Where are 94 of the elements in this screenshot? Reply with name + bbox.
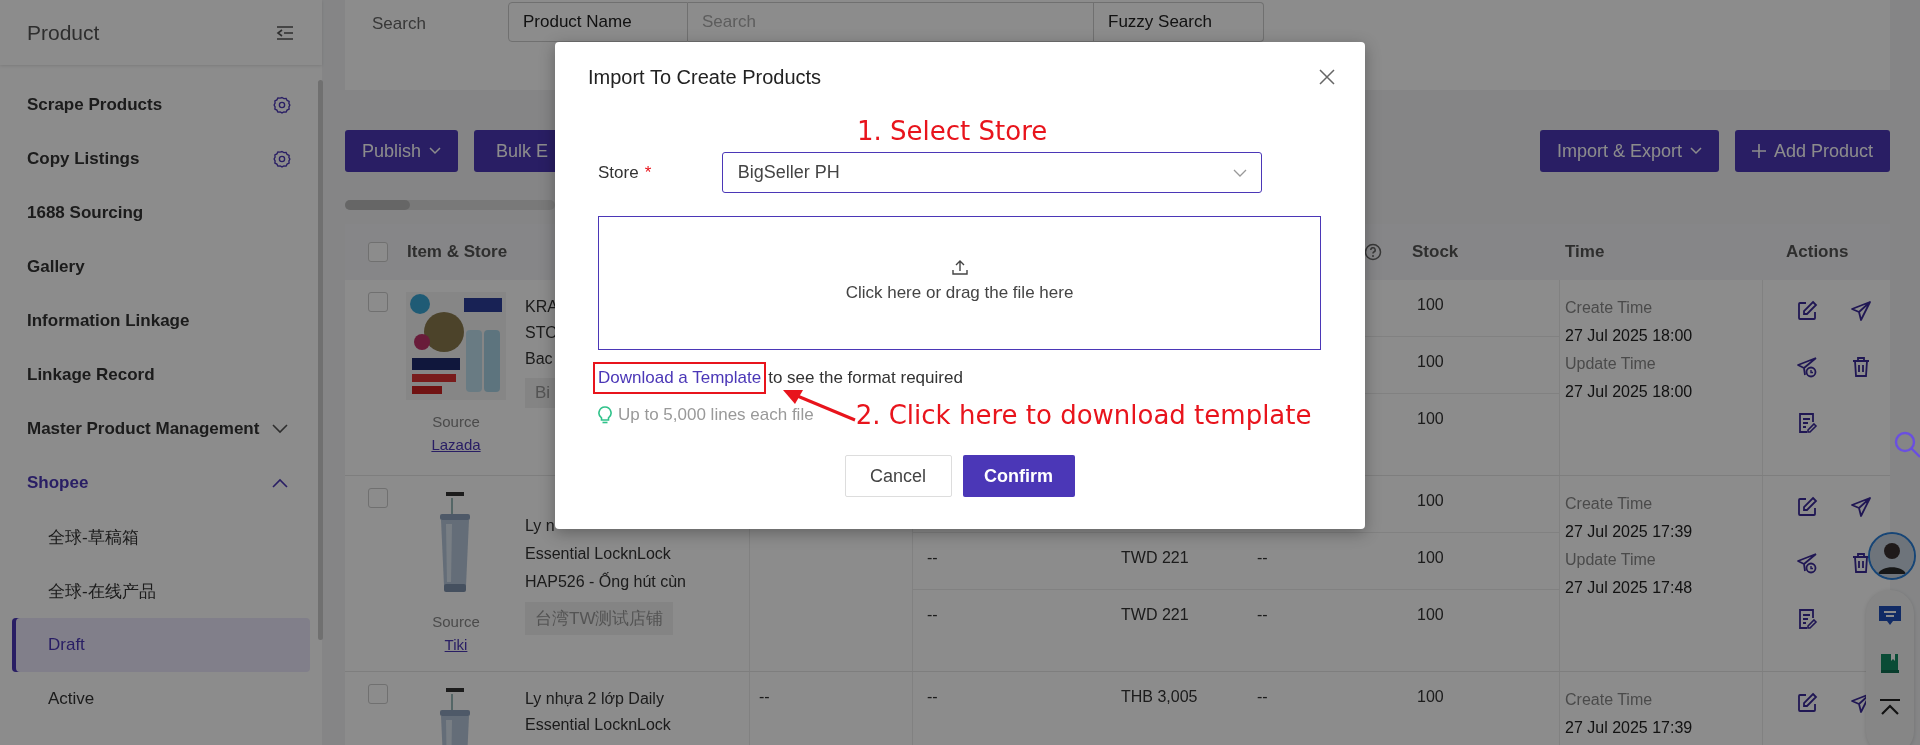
time-label: Update Time bbox=[1565, 550, 1657, 570]
stock-cell: 100 bbox=[1417, 296, 1444, 313]
sidebar-subitem[interactable]: Active bbox=[12, 672, 310, 726]
cancel-button[interactable]: Cancel bbox=[844, 455, 952, 497]
note-edit-icon[interactable] bbox=[1796, 412, 1818, 434]
hint-text: Up to 5,000 lines each file bbox=[618, 405, 814, 425]
trash-icon[interactable] bbox=[1850, 356, 1872, 378]
note-edit-icon[interactable] bbox=[1796, 608, 1818, 630]
time-value: 27 Jul 2025 18:00 bbox=[1565, 326, 1694, 346]
table-cell: -- bbox=[1257, 549, 1268, 566]
scheduled-send-icon[interactable] bbox=[1796, 552, 1818, 574]
time-label: Create Time bbox=[1565, 298, 1654, 318]
collapse-menu-icon[interactable] bbox=[276, 25, 294, 40]
column-header: Stock bbox=[1411, 242, 1460, 262]
time-label: Update Time bbox=[1565, 354, 1657, 374]
required-mark: * bbox=[644, 162, 653, 183]
annotation-text: 1. Select Store bbox=[857, 116, 1048, 146]
confirm-button[interactable]: Confirm bbox=[962, 455, 1075, 497]
toolbar-button[interactable]: Import & Export bbox=[1539, 130, 1719, 172]
download-template-link[interactable]: Download a Template bbox=[598, 367, 762, 388]
help-icon[interactable] bbox=[1364, 243, 1382, 261]
edit-icon[interactable] bbox=[1796, 300, 1818, 322]
dialog-title: Import To Create Products bbox=[588, 65, 822, 89]
source-label: Source bbox=[432, 413, 480, 430]
upload-area[interactable]: Click here or drag the file here bbox=[598, 216, 1321, 350]
edit-icon[interactable] bbox=[1796, 692, 1818, 714]
table-cell: -- bbox=[927, 688, 938, 705]
lightbulb-icon bbox=[598, 406, 612, 424]
stock-cell: 100 bbox=[1417, 549, 1444, 566]
source-label: Source bbox=[432, 613, 480, 630]
product-name: Ly n bbox=[525, 516, 555, 536]
upload-icon bbox=[951, 259, 968, 275]
search-mode-select[interactable]: Fuzzy Search bbox=[1094, 2, 1264, 42]
field-label: Store bbox=[598, 162, 639, 183]
product-name: Essential LocknLock bbox=[525, 544, 671, 564]
column-header: Item & Store bbox=[406, 242, 508, 262]
settings-icon[interactable] bbox=[273, 150, 291, 168]
source-link[interactable]: Tiki bbox=[444, 636, 468, 653]
time-label: Create Time bbox=[1565, 690, 1654, 710]
paper-plane-icon[interactable] bbox=[1850, 300, 1872, 322]
table-cell: -- bbox=[927, 549, 938, 566]
stock-cell: 100 bbox=[1417, 606, 1444, 623]
toolbar-button[interactable]: Publish bbox=[345, 130, 459, 172]
time-value: 27 Jul 2025 17:48 bbox=[1565, 578, 1694, 598]
table-cell: -- bbox=[927, 606, 938, 623]
time-value: 27 Jul 2025 17:39 bbox=[1565, 718, 1694, 738]
scheduled-send-icon[interactable] bbox=[1796, 356, 1818, 378]
select-all-checkbox[interactable] bbox=[368, 242, 388, 262]
stock-cell: 100 bbox=[1417, 492, 1444, 509]
product-name: HAP526 - Ống hút cùn bbox=[525, 571, 686, 592]
source-link[interactable]: Lazada bbox=[431, 436, 481, 453]
time-label: Create Time bbox=[1565, 494, 1654, 514]
template-note: to see the format required bbox=[768, 367, 963, 388]
table-cell: -- bbox=[1257, 688, 1268, 705]
product-name: Ly nhựa 2 lớp Daily bbox=[525, 689, 664, 709]
plus-icon bbox=[1751, 144, 1766, 158]
scrollbar[interactable] bbox=[318, 80, 323, 640]
edit-icon[interactable] bbox=[1796, 496, 1818, 518]
caret-icon bbox=[1689, 147, 1702, 155]
product-name: Essential LocknLock bbox=[525, 715, 671, 735]
sidebar-subitem[interactable]: 全球-草稿箱 bbox=[12, 510, 310, 564]
annotation-text: 2. Click here to download template bbox=[855, 400, 1312, 430]
time-value: 27 Jul 2025 18:00 bbox=[1565, 382, 1694, 402]
close-icon[interactable] bbox=[1319, 69, 1335, 85]
product-name: Bac bbox=[525, 349, 553, 369]
time-value: 27 Jul 2025 17:39 bbox=[1565, 522, 1694, 542]
support-avatar[interactable] bbox=[1868, 532, 1916, 580]
row-checkbox[interactable] bbox=[368, 684, 388, 704]
stock-cell: 100 bbox=[1417, 410, 1444, 427]
caret-icon bbox=[1232, 168, 1247, 177]
sidebar-title: Product bbox=[27, 20, 100, 45]
price-cell: TWD 221 bbox=[1121, 606, 1189, 623]
caret-icon bbox=[429, 147, 442, 155]
column-header: Time bbox=[1564, 242, 1605, 262]
book-icon[interactable] bbox=[1878, 651, 1902, 675]
store-select[interactable]: BigSeller PH bbox=[721, 152, 1262, 193]
settings-icon[interactable] bbox=[273, 96, 291, 114]
price-cell: THB 3,005 bbox=[1121, 688, 1198, 705]
table-cell: -- bbox=[759, 688, 770, 705]
row-checkbox[interactable] bbox=[368, 488, 388, 508]
stock-cell: 100 bbox=[1417, 353, 1444, 370]
price-cell: TWD 221 bbox=[1121, 549, 1189, 566]
search-type-select[interactable]: Product Name bbox=[508, 2, 688, 42]
upload-hint: Click here or drag the file here bbox=[845, 283, 1074, 303]
stock-cell: 100 bbox=[1417, 688, 1444, 705]
toolbar-button[interactable]: Add Product bbox=[1734, 130, 1890, 172]
paper-plane-icon[interactable] bbox=[1850, 496, 1872, 518]
scrollbar-thumb[interactable] bbox=[345, 200, 410, 210]
search-label: Search bbox=[372, 14, 427, 34]
sidebar-subitem[interactable]: Draft bbox=[12, 618, 310, 672]
column-header: Actions bbox=[1785, 242, 1849, 262]
sidebar-subitem[interactable]: 全球-在线产品 bbox=[12, 564, 310, 618]
row-checkbox[interactable] bbox=[368, 292, 388, 312]
table-cell: -- bbox=[1257, 606, 1268, 623]
